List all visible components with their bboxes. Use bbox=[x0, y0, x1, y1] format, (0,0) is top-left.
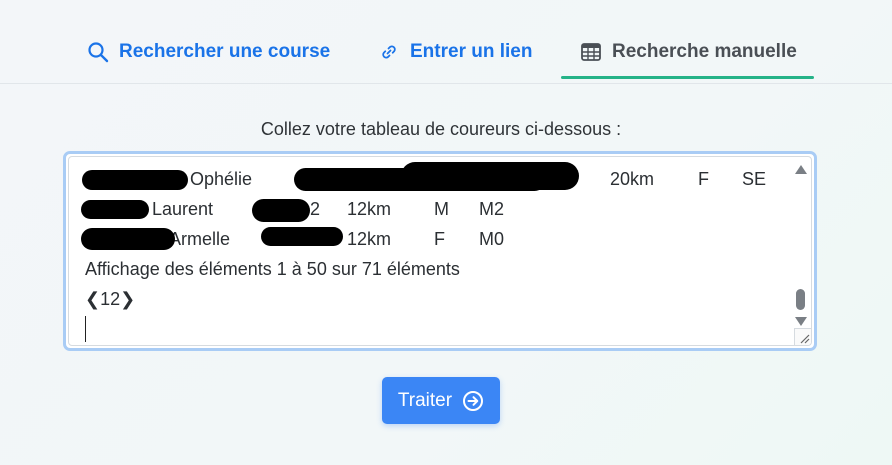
category: M0 bbox=[479, 229, 505, 249]
tab-label: Rechercher une course bbox=[119, 41, 331, 62]
category: M2 bbox=[479, 199, 505, 219]
sex: M bbox=[434, 199, 449, 219]
scroll-down-icon[interactable] bbox=[795, 317, 807, 326]
first-name: Ophélie bbox=[190, 169, 253, 189]
distance: 20km bbox=[610, 169, 655, 189]
redaction bbox=[81, 228, 175, 250]
tab-enter-link[interactable]: Entrer un lien bbox=[378, 38, 532, 66]
scroll-up-icon[interactable] bbox=[795, 165, 807, 174]
tab-manual-search[interactable]: Recherche manuelle bbox=[580, 38, 797, 66]
category: SE bbox=[742, 169, 767, 189]
process-button-label: Traiter bbox=[397, 389, 453, 411]
redaction bbox=[81, 200, 149, 219]
tab-label: Recherche manuelle bbox=[612, 41, 797, 62]
distance: 12km bbox=[347, 199, 392, 219]
category-fragment: 2 bbox=[310, 199, 321, 219]
redaction bbox=[401, 162, 579, 190]
resize-handle-icon[interactable] bbox=[794, 328, 811, 345]
table-icon bbox=[580, 41, 602, 63]
text-row: Laurent 2 12km M M2 bbox=[85, 196, 785, 222]
first-name: Laurent bbox=[152, 199, 214, 219]
link-icon bbox=[378, 41, 400, 63]
text-row: Armelle 12km F M0 bbox=[85, 226, 785, 252]
arrow-circle-right-icon bbox=[462, 390, 484, 412]
first-name: Armelle bbox=[169, 229, 231, 249]
sex: F bbox=[698, 169, 709, 189]
text-caret bbox=[85, 316, 86, 342]
tab-bar: Rechercher une course Entrer un lien Rec… bbox=[0, 0, 892, 84]
scroll-thumb[interactable] bbox=[796, 289, 805, 310]
textarea-content[interactable]: Ophélie E 20km F SE Laurent 2 12km M M2 … bbox=[68, 156, 812, 346]
redaction bbox=[261, 227, 343, 246]
pager-text: ❮12❯ bbox=[85, 289, 136, 309]
textarea-scrollbar[interactable] bbox=[791, 159, 809, 343]
tab-search-race[interactable]: Rechercher une course bbox=[87, 38, 330, 66]
search-icon bbox=[87, 41, 109, 63]
active-tab-indicator bbox=[561, 76, 814, 79]
paste-instruction: Collez votre tableau de coureurs ci-dess… bbox=[260, 119, 622, 139]
redaction bbox=[252, 199, 310, 222]
sex: F bbox=[434, 229, 445, 249]
runners-textarea[interactable]: Ophélie E 20km F SE Laurent 2 12km M M2 … bbox=[63, 151, 817, 351]
distance: 12km bbox=[347, 229, 392, 249]
pagination-info: Affichage des éléments 1 à 50 sur 71 élé… bbox=[85, 259, 460, 279]
redaction bbox=[82, 170, 188, 190]
tab-label: Entrer un lien bbox=[410, 41, 533, 62]
process-button[interactable]: Traiter bbox=[382, 377, 500, 424]
